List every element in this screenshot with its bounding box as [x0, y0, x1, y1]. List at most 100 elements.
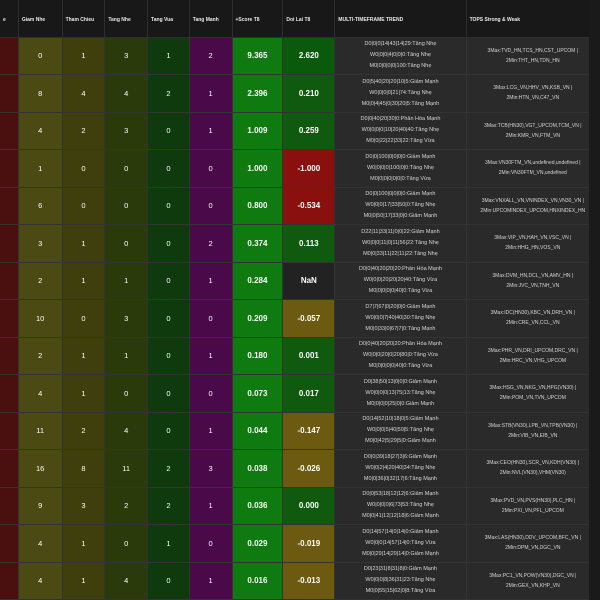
tops-line: 2Min:VIB_VN,EIB_VN [508, 432, 558, 439]
tops-line: 3Max:PHR_VN,DRI_UPCOM,DRC_VN | [487, 347, 578, 354]
trend-line: W0|0|0|4|0|0|0:Tăng Nhẹ [370, 52, 431, 59]
table-row[interactable]: 4 1 0 0 0 0.073 0.017 D0|38|50|13|0|0|0:Giảm Mạ… [0, 374, 600, 413]
col-header[interactable]: +Score T8 [232, 0, 284, 38]
tops-line: 2Min:HHG_HN,VOS_VN [505, 245, 561, 252]
count-cell: 6 [18, 187, 63, 225]
trend-line: M0|0|0|0|0|0|0:Tăng Vừa [370, 175, 431, 182]
col-header[interactable]: Tang Vua [147, 0, 190, 38]
count-cell [0, 524, 19, 563]
table-row[interactable]: 2 1 1 0 1 0.180 0.001 D0|0|40|20|20|20:Phân Hóa… [0, 337, 600, 375]
count-cell: 0 [104, 149, 149, 188]
table-row[interactable]: 4 2 3 0 1 1.009 0.259 D0|0|40|20|30|0:Phân Hóa … [0, 112, 600, 150]
col-header[interactable]: MULTI-TIMEFRAME TREND [334, 0, 467, 38]
count-cell: 0 [18, 37, 63, 75]
col-header[interactable]: TOPS Strong & Weak [466, 0, 600, 38]
trend-line: W0|0|0|0|10|20|40|40:Tăng Nhẹ [361, 127, 440, 134]
score-cell: 0.800 [232, 187, 284, 225]
count-cell: 1 [189, 487, 233, 525]
tops-cell: 3Max:LAS(HN30),DDV_UPCOM,BFC_VN | 2Min:DP… [466, 524, 600, 563]
count-cell: 1 [62, 262, 106, 300]
col-header[interactable]: e [0, 0, 19, 38]
trend-cell: D22|11|33|11|0|0|22:Giảm Mạnh W0|0|0|11|0… [334, 224, 467, 263]
tops-cell: 3Max:VNXALL_VN,VNINDEX_VN,VN30_VN | 2Min:… [466, 187, 600, 225]
count-cell: 2 [189, 37, 233, 75]
tops-line: 2Min:HRC_VN,VHG_UPCOM [499, 357, 566, 364]
trend-line: M0|0|33|0|67|7|0:Tăng Mạnh [365, 325, 436, 332]
trend-line: W0|0|0|0|21|74:Tăng Nhẹ [369, 89, 432, 96]
count-cell [0, 224, 19, 263]
trend-cell: D0|0|40|20|20|20:Phân Hóa Mạnh W0|0|0|20|… [334, 337, 467, 375]
trend-line: W0|0|0|17|33|50|0:Tăng Nhẹ [365, 202, 436, 209]
trend-line: D0|38|50|13|0|0|0:Giảm Mạnh [363, 378, 437, 385]
table-row[interactable]: 4 1 4 0 1 0.016 -0.013 D0|23|31|8|31|8|0:Giảm M… [0, 562, 600, 600]
table-row[interactable]: 6 0 0 0 0 0.800 -0.534 D0|0|100|0|0|0|0:Giảm Mạ… [0, 187, 600, 225]
trend-cell: D0|14|57|14|0|14|0:Giảm Mạnh W0|0|0|14|57… [334, 524, 467, 563]
tops-line: 2Min:VN30FTM_VN,undefined [498, 170, 567, 177]
trend-line: D0|23|31|8|31|8|0:Giảm Mạnh [363, 566, 437, 573]
count-cell: 1 [62, 562, 106, 600]
tops-line: 2Min:DPM_VN,DGC_VN [505, 545, 561, 552]
count-cell [0, 449, 19, 488]
scrollbar[interactable] [589, 0, 600, 600]
count-cell: 1 [189, 262, 233, 300]
count-cell: 9 [18, 487, 63, 525]
doi-lai-cell: 0.113 [282, 224, 336, 263]
tops-line: 3Max:VIP_VN,HAH_VN,VSC_VN | [494, 235, 572, 242]
count-cell: 4 [104, 562, 149, 600]
count-cell: 0 [62, 187, 106, 225]
count-cell [0, 562, 19, 600]
table-row[interactable]: 0 1 3 1 2 9.365 2.620 D0|0|0|14|43|14|29:Tăng N… [0, 37, 600, 75]
count-cell: 1 [189, 74, 233, 113]
table-row[interactable]: 1 0 0 0 0 1.000 -1.000 D0|0|100|0|0|0|0:Giảm Mạ… [0, 149, 600, 188]
table-row[interactable]: 3 1 0 0 2 0.374 0.113 D22|11|33|11|0|0|22:Giảm … [0, 224, 600, 263]
table-row[interactable]: 4 1 0 1 0 0.029 -0.019 D0|14|57|14|0|14|0:Giảm … [0, 524, 600, 563]
table-row[interactable]: 11 2 4 0 1 0.044 -0.147 D0|14|52|10|18|0|5:Giảm… [0, 412, 600, 450]
table-row[interactable]: 2 1 1 0 1 0.284 NaN D0|0|40|20|20|20:Phân Hóa M… [0, 262, 600, 300]
count-cell: 2 [104, 487, 149, 525]
doi-lai-cell: 2.620 [282, 37, 336, 75]
tops-cell: 3Max:PVD_VN,PVS(HN30),PLC_HN | 2Min:PXI_V… [466, 487, 600, 525]
tops-line: 3Max:PC1_VN,POW(VN30),DGC_VN | [489, 572, 577, 579]
count-cell: 1 [62, 337, 106, 375]
tops-cell: 3Max:IDC(HN30),KBC_VN,DRH_VN | 2Min:CRE_V… [466, 299, 600, 338]
col-header[interactable]: Giam Nhe [18, 0, 63, 38]
score-cell: 0.284 [232, 262, 284, 300]
trend-line: D0|14|52|10|18|0|5:Giảm Mạnh [362, 416, 439, 423]
trend-line: D0|5|40|20|20|10|5:Giảm Mạnh [362, 78, 439, 85]
trend-cell: D0|0|100|0|0|0|0:Giảm Mạnh W0|0|0|17|33|5… [334, 187, 467, 225]
trend-line: M0|0|29|14|29|14|0:Giảm Mạnh [362, 550, 439, 557]
trend-line: D0|0|100|0|0|0|0:Giảm Mạnh [365, 191, 436, 198]
trend-cell: D0|0|40|20|20|20:Phân Hóa Mạnh W0|0|0|20|… [334, 262, 467, 300]
table-row[interactable]: 10 0 3 0 0 0.209 -0.057 D7|7|67|0|20|0|0:Giảm M… [0, 299, 600, 338]
tops-cell: 3Max:STB(VN30),LPB_VN,TPB(VN30) | 2Min:VI… [466, 412, 600, 450]
count-cell: 0 [189, 374, 233, 413]
count-cell: 11 [18, 412, 63, 450]
tops-line: 3Max:TVD_HN,TCS_HN,CST_UPCOM | [487, 47, 579, 54]
col-header[interactable]: Tang Nhe [104, 0, 149, 38]
table-row[interactable]: 16 8 11 2 3 0.038 -0.026 D0|0|39|18|27|3|6:Giảm… [0, 449, 600, 488]
tops-cell: 3Max:DVM_HN,DCL_VN,AMV_HN | 2Min:JVC_VN,T… [466, 262, 600, 300]
trend-line: M0|0|0|0|0|100:Tăng Nhẹ [369, 63, 432, 70]
col-header[interactable]: Doi Lai T8 [282, 0, 336, 38]
count-cell: 3 [62, 487, 106, 525]
trend-line: D0|0|40|20|20|20:Phân Hóa Mạnh [358, 341, 442, 348]
count-cell: 0 [104, 224, 149, 263]
count-cell: 1 [189, 562, 233, 600]
table-row[interactable]: 8 4 4 2 1 2.396 0.210 D0|5|40|20|20|10|5:Giảm M… [0, 74, 600, 113]
doi-lai-cell: 0.259 [282, 112, 336, 150]
trend-line: D0|0|0|14|43|14|29:Tăng Nhẹ [364, 41, 437, 48]
count-cell: 0 [147, 224, 190, 263]
tops-line: 3Max:VNXALL_VN,VNINDEX_VN,VN30_VN | [481, 197, 584, 204]
count-cell: 2 [147, 449, 190, 488]
tops-line: 3Max:VN30FTM_VN,undefined,undefined | [485, 160, 581, 167]
col-header[interactable]: Tham Chieu [62, 0, 106, 38]
table-row[interactable]: 9 3 2 2 1 0.036 0.000 D0|0|53|18|12|12|6:Giảm M… [0, 487, 600, 525]
doi-lai-cell: -0.147 [282, 412, 336, 450]
trend-line: D0|0|53|18|12|12|6:Giảm Mạnh [362, 491, 439, 498]
score-cell: 0.038 [232, 449, 284, 488]
doi-lai-cell: -0.019 [282, 524, 336, 563]
count-cell: 0 [147, 337, 190, 375]
col-header[interactable]: Tang Manh [189, 0, 233, 38]
count-cell: 8 [62, 449, 106, 488]
score-cell: 0.029 [232, 524, 284, 563]
